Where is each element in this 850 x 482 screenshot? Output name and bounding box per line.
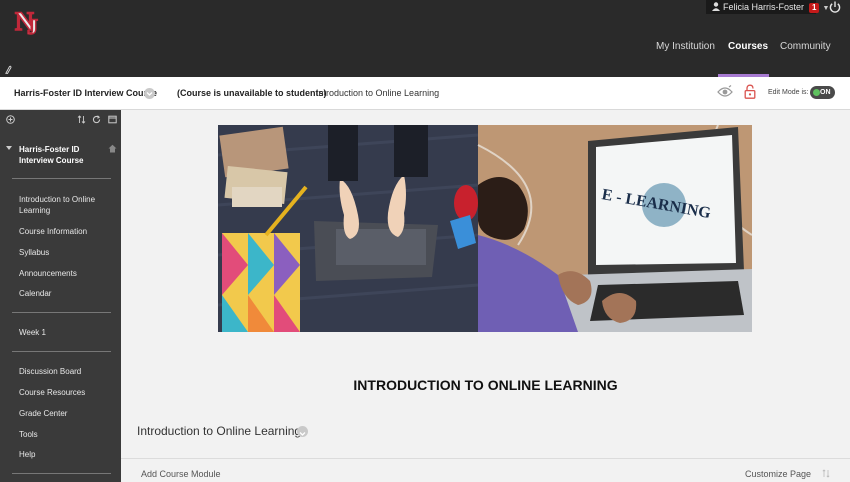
sort-icon[interactable] xyxy=(77,115,86,124)
tab-community[interactable]: Community xyxy=(780,41,831,52)
sidebar-item-tools[interactable]: Tools xyxy=(19,429,109,440)
home-icon[interactable] xyxy=(108,144,117,153)
sidebar-divider xyxy=(12,178,111,179)
folder-icon[interactable] xyxy=(108,115,117,124)
course-status: (Course is unavailable to students) xyxy=(177,88,327,98)
sidebar-item-syllabus[interactable]: Syllabus xyxy=(19,247,109,258)
refresh-icon[interactable] xyxy=(92,115,101,124)
top-header: N J Felicia Harris-Foster 1 ▼ My Instituti… xyxy=(0,0,850,77)
course-menu-toolbar xyxy=(0,110,121,130)
eye-icon[interactable] xyxy=(717,85,733,99)
module-title: Introduction to Online Learning xyxy=(137,424,302,438)
sidebar-item-calendar[interactable]: Calendar xyxy=(19,288,109,299)
chevron-down-icon[interactable] xyxy=(144,88,155,99)
svg-text:J: J xyxy=(27,14,38,38)
user-menu[interactable]: Felicia Harris-Foster 1 ▼ xyxy=(706,0,829,14)
page-title: INTRODUCTION TO ONLINE LEARNING xyxy=(353,377,618,393)
logo-icon[interactable]: N J xyxy=(12,4,46,38)
tab-courses[interactable]: Courses xyxy=(728,41,768,52)
edit-mode-label: Edit Mode is: xyxy=(768,89,809,96)
sidebar-item-course-resources[interactable]: Course Resources xyxy=(19,387,109,398)
edit-mode-toggle[interactable]: ON xyxy=(810,86,835,99)
edit-mode-value: ON xyxy=(820,89,831,96)
sidebar-course-title[interactable]: Harris-Foster ID Interview Course xyxy=(19,144,99,166)
sidebar-divider xyxy=(12,312,111,313)
toggle-indicator xyxy=(813,89,820,96)
sidebar-item-introduction[interactable]: Introduction to Online Learning xyxy=(19,194,109,216)
collapse-triangle-icon[interactable] xyxy=(6,146,12,150)
sidebar-item-discussion-board[interactable]: Discussion Board xyxy=(19,366,109,377)
sort-icon[interactable] xyxy=(822,469,830,478)
sidebar-item-announcements[interactable]: Announcements xyxy=(19,268,109,279)
user-icon xyxy=(712,2,720,11)
sidebar-item-grade-center[interactable]: Grade Center xyxy=(19,408,109,419)
sidebar-item-help[interactable]: Help xyxy=(19,449,109,460)
sidebar-divider xyxy=(12,473,111,474)
add-course-module-link[interactable]: Add Course Module xyxy=(141,469,221,479)
user-name: Felicia Harris-Foster xyxy=(723,2,805,12)
breadcrumb-course[interactable]: Harris-Foster ID Interview Course xyxy=(14,88,157,98)
sidebar-divider xyxy=(12,351,111,352)
notification-badge[interactable]: 1 xyxy=(809,3,820,13)
chevron-down-icon[interactable] xyxy=(297,426,308,437)
lock-icon[interactable] xyxy=(744,84,756,99)
sidebar-item-course-information[interactable]: Course Information xyxy=(19,226,109,237)
page-actions-bar xyxy=(121,458,850,482)
power-icon[interactable] xyxy=(828,0,842,14)
tab-my-institution[interactable]: My Institution xyxy=(656,41,715,52)
breadcrumb-page: Introduction to Online Learning xyxy=(316,88,440,98)
pin-icon[interactable] xyxy=(4,65,12,74)
add-icon[interactable] xyxy=(6,115,15,124)
sidebar-item-week-1[interactable]: Week 1 xyxy=(19,327,109,338)
customize-page-link[interactable]: Customize Page xyxy=(745,469,811,479)
banner-image: E - LEARNING xyxy=(218,125,752,332)
course-menu: Harris-Foster ID Interview Course Introd… xyxy=(0,110,121,482)
